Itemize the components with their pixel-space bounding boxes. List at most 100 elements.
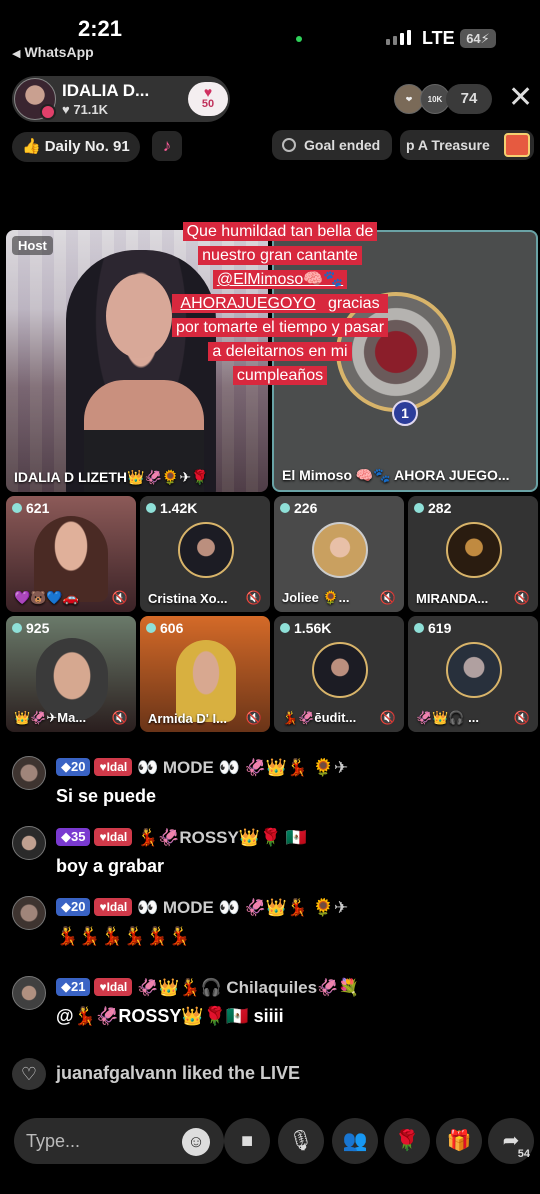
chat-text: boy a grabar bbox=[56, 856, 165, 876]
mic-off-icon[interactable]: 🎙 bbox=[278, 1118, 324, 1164]
gem-icon bbox=[12, 623, 22, 633]
level-badge: ◆35 bbox=[56, 828, 91, 846]
comment-box[interactable]: ☺ bbox=[14, 1118, 224, 1164]
daily-ranking-button[interactable]: 👍 Daily No. 91 bbox=[12, 132, 140, 162]
chat-message[interactable]: ◆20 ♥Idal 👀 MODE 👀 🦑👑💃 🌻✈ 💃💃💃💃💃💃 bbox=[12, 896, 532, 956]
chat-text: @💃🦑ROSSY👑🌹🇲🇽 siiii bbox=[56, 1006, 284, 1026]
goal-button[interactable]: Goal ended bbox=[272, 130, 392, 160]
guest-count: 226 bbox=[280, 500, 317, 516]
treasure-button[interactable]: p A Treasure bbox=[400, 130, 534, 160]
share-button[interactable]: ➦ 54 bbox=[488, 1118, 534, 1164]
heart-icon: ♥ bbox=[62, 102, 70, 117]
host-likes: ♥ 71.1K bbox=[62, 102, 109, 117]
fan-badge: ♥Idal bbox=[94, 758, 133, 776]
emoji-icon[interactable]: ☺ bbox=[182, 1128, 210, 1156]
guest-count: 1.56K bbox=[280, 620, 331, 636]
guest-count: 1.42K bbox=[146, 500, 197, 516]
host-tag: Host bbox=[12, 236, 53, 255]
fan-badge: ♥Idal bbox=[94, 978, 133, 996]
caption-overlay: Que humildad tan bella de nuestro gran c… bbox=[156, 220, 404, 388]
chat-avatar[interactable] bbox=[12, 896, 46, 930]
back-to-app-link[interactable]: ◀ WhatsApp bbox=[12, 44, 94, 60]
chat-username[interactable]: ◆20 ♥Idal 👀 MODE 👀 🦑👑💃 🌻✈ bbox=[56, 898, 348, 918]
mic-muted-icon: 🔇 bbox=[379, 590, 396, 605]
gem-icon bbox=[146, 503, 156, 513]
chat-text: Si se puede bbox=[56, 786, 157, 806]
guest-avatar bbox=[446, 642, 502, 698]
mic-muted-icon: 🔇 bbox=[111, 590, 128, 605]
chat-username[interactable]: ◆21 ♥Idal 🦑👑💃🎧 Chilaquiles🦑💐 bbox=[56, 978, 359, 998]
level-badge: ◆21 bbox=[56, 978, 91, 996]
mic-muted-icon: 🔇 bbox=[379, 710, 396, 725]
guest-main-label: El Mimoso 🧠🐾 AHORA JUEGO... bbox=[282, 467, 510, 483]
chat-text: 💃💃💃💃💃💃 bbox=[56, 926, 191, 946]
host-tile-label: IDALIA D LIZETH👑🦑🌻✈🌹 bbox=[14, 469, 209, 485]
chat-avatar[interactable] bbox=[12, 826, 46, 860]
guest-count: 621 bbox=[12, 500, 49, 516]
clock: 2:21 bbox=[78, 16, 123, 41]
tiktok-icon[interactable]: ♪ bbox=[152, 131, 182, 161]
live-badge-icon bbox=[40, 104, 56, 120]
guest-tile[interactable]: 621 💜🐻💙🚗 🔇 bbox=[6, 496, 136, 612]
fan-badge: ♥Idal bbox=[94, 898, 133, 916]
guest-tile[interactable]: 282 MIRANDA... 🔇 bbox=[408, 496, 538, 612]
gem-icon bbox=[280, 503, 290, 513]
viewer-count[interactable]: 74 bbox=[446, 84, 492, 114]
guest-tile[interactable]: 606 Armida D' I... 🔇 bbox=[140, 616, 270, 732]
host-profile-pill[interactable]: IDALIA D... ♥ 71.1K ♥ 50 bbox=[12, 76, 230, 122]
gift-icon[interactable]: 🎁 bbox=[436, 1118, 482, 1164]
guest-avatar bbox=[312, 522, 368, 578]
gem-icon bbox=[414, 623, 424, 633]
chat-username[interactable]: ◆20 ♥Idal 👀 MODE 👀 🦑👑💃 🌻✈ bbox=[56, 758, 348, 778]
liked-text: juanafgalvann liked the LIVE bbox=[56, 1063, 301, 1083]
chat-message[interactable]: ◆20 ♥Idal 👀 MODE 👀 🦑👑💃 🌻✈ Si se puede bbox=[12, 756, 532, 816]
close-icon[interactable]: ✕ bbox=[508, 82, 533, 114]
heart-icon: ♥ bbox=[203, 84, 213, 100]
level-badge: ◆20 bbox=[56, 898, 91, 916]
camera-indicator-icon bbox=[296, 36, 302, 42]
level-badge: ◆20 bbox=[56, 758, 91, 776]
treasure-chest-icon bbox=[504, 133, 530, 157]
signal-icon bbox=[386, 30, 411, 45]
guest-tile[interactable]: 226 Joliee 🌻... 🔇 bbox=[274, 496, 404, 612]
top-viewers[interactable]: ❤ 10K bbox=[394, 84, 450, 114]
mic-muted-icon: 🔇 bbox=[111, 710, 128, 725]
guest-count: 619 bbox=[414, 620, 451, 636]
back-arrow-icon: ◀ bbox=[12, 48, 21, 60]
mic-muted-icon: 🔇 bbox=[245, 590, 262, 605]
rose-gift-icon[interactable]: 🌹 bbox=[384, 1118, 430, 1164]
chat-message[interactable]: ◆21 ♥Idal 🦑👑💃🎧 Chilaquiles🦑💐 @💃🦑ROSSY👑🌹🇲🇽… bbox=[12, 976, 532, 1036]
share-count: 54 bbox=[517, 1148, 530, 1160]
chat-username[interactable]: ◆35 ♥Idal 💃🦑ROSSY👑🌹 🇲🇽 bbox=[56, 828, 307, 848]
guests-icon[interactable]: 👥 bbox=[332, 1118, 378, 1164]
chat-message[interactable]: ◆35 ♥Idal 💃🦑ROSSY👑🌹 🇲🇽 boy a grabar bbox=[12, 826, 532, 886]
mic-muted-icon: 🔇 bbox=[245, 710, 262, 725]
status-bar: 2:21 ◀ WhatsApp LTE 64⚡ bbox=[0, 0, 540, 66]
liked-notification: ♡ juanafgalvann liked the LIVE bbox=[12, 1058, 532, 1090]
guest-video bbox=[176, 640, 236, 722]
chat-avatar[interactable] bbox=[12, 976, 46, 1010]
video-camera-icon[interactable]: ■ bbox=[224, 1118, 270, 1164]
guest-tile[interactable]: 619 🦑👑🎧 ... 🔇 bbox=[408, 616, 538, 732]
guest-avatar bbox=[178, 522, 234, 578]
comment-input[interactable] bbox=[26, 1118, 176, 1164]
guest-avatar bbox=[446, 522, 502, 578]
guest-tile[interactable]: 1.42K Cristina Xo... 🔇 bbox=[140, 496, 270, 612]
gem-icon bbox=[146, 623, 156, 633]
fan-club-badge[interactable]: ♥ 50 bbox=[188, 82, 228, 116]
network-type: LTE bbox=[422, 28, 455, 48]
gem-icon bbox=[414, 503, 424, 513]
gem-icon bbox=[12, 503, 22, 513]
gem-icon bbox=[280, 623, 290, 633]
mic-muted-icon: 🔇 bbox=[513, 710, 530, 725]
guest-avatar bbox=[312, 642, 368, 698]
guest-tile[interactable]: 1.56K 💃🦑ēudit... 🔇 bbox=[274, 616, 404, 732]
mic-muted-icon: 🔇 bbox=[513, 590, 530, 605]
host-name: IDALIA D... bbox=[62, 81, 150, 100]
rank-badge: 1 bbox=[392, 400, 418, 426]
guest-tile[interactable]: 925 👑🦑✈Ma... 🔇 bbox=[6, 616, 136, 732]
guest-count: 282 bbox=[414, 500, 451, 516]
goal-icon bbox=[282, 138, 296, 152]
chat-avatar[interactable] bbox=[12, 756, 46, 790]
battery-icon: 64⚡ bbox=[460, 29, 496, 48]
